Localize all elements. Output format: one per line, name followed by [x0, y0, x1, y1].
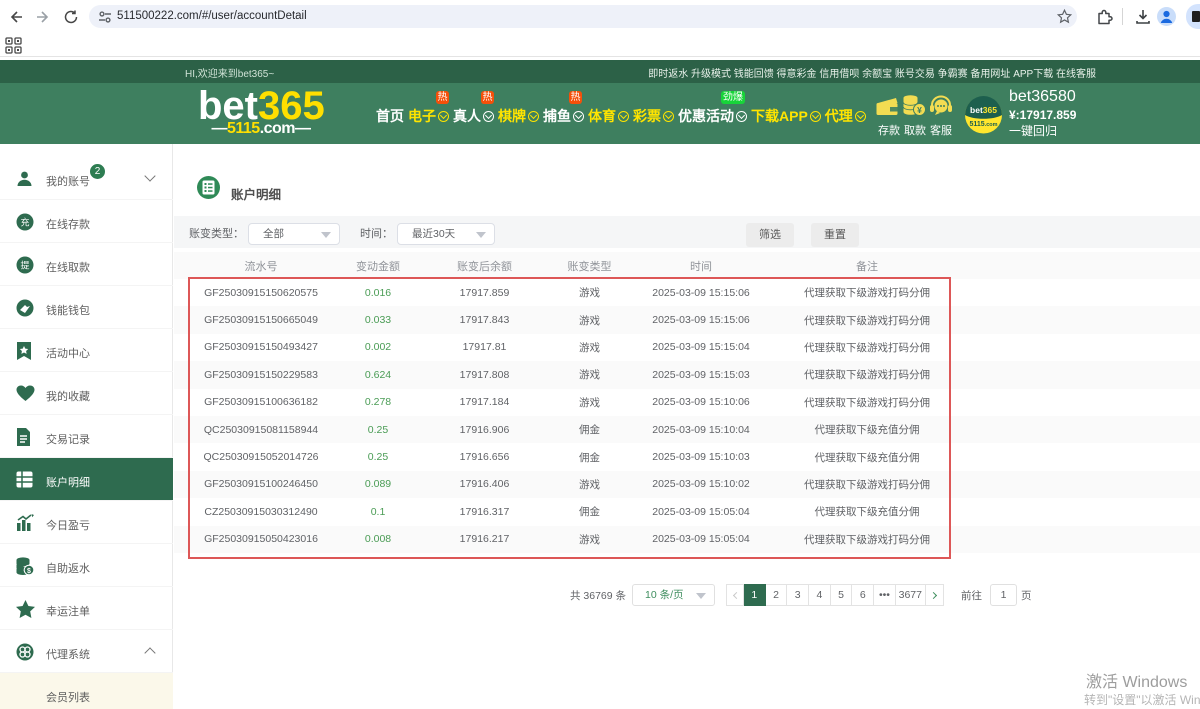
svg-text:bet365: bet365	[970, 105, 997, 115]
svg-text:5115.com: 5115.com	[969, 121, 997, 128]
svg-text:$: $	[27, 568, 31, 575]
svg-text:提: 提	[20, 261, 29, 271]
svg-text:¥: ¥	[917, 105, 922, 115]
svg-text:充: 充	[20, 217, 29, 228]
